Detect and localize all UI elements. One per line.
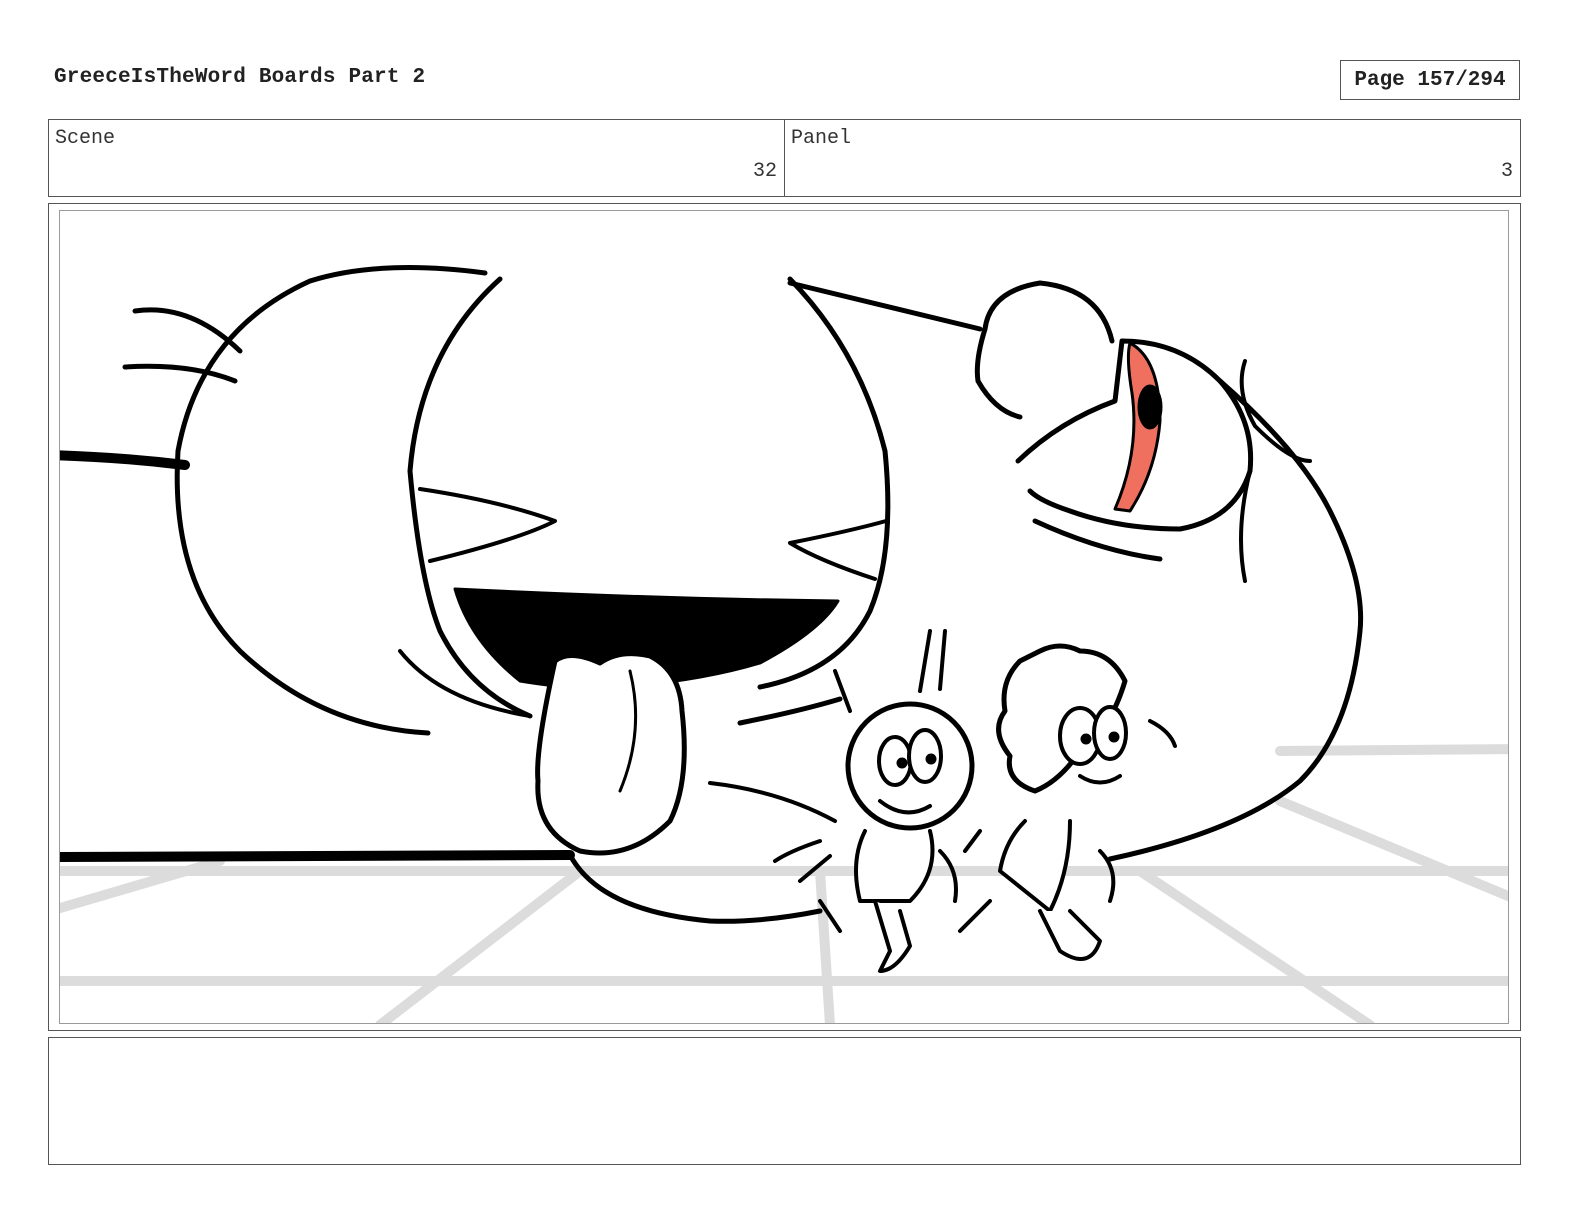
giant-cat-sketch [60, 265, 1364, 924]
storyboard-drawing-area [59, 210, 1509, 1024]
storyboard-sketch [60, 265, 1508, 1023]
kid-characters-sketch [773, 629, 1177, 973]
panel-cell: Panel 3 [784, 120, 1520, 196]
scene-label: Scene [55, 127, 116, 150]
panel-label: Panel [791, 127, 852, 150]
storyboard-panel-frame [48, 203, 1521, 1031]
scene-number: 32 [752, 160, 777, 183]
panel-number: 3 [1500, 160, 1513, 183]
scene-cell: Scene 32 [49, 120, 784, 196]
panel-notes-box [48, 1037, 1521, 1165]
scene-panel-info-row: Scene 32 Panel 3 [48, 119, 1521, 197]
document-title: GreeceIsTheWord Boards Part 2 [54, 66, 426, 89]
page-number-box: Page 157/294 [1340, 60, 1520, 100]
